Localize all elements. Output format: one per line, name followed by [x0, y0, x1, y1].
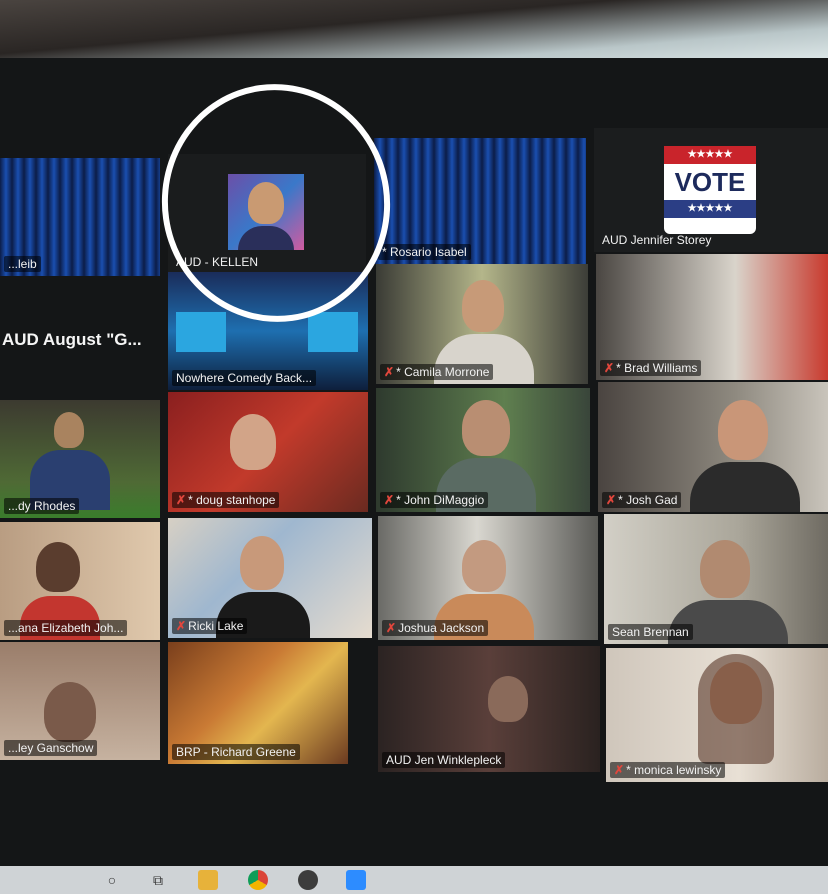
- participant-tile-brad[interactable]: ✗ * Brad Williams: [596, 254, 828, 380]
- file-explorer-icon[interactable]: [198, 870, 218, 890]
- participant-tile-ana[interactable]: ...ana Elizabeth Joh...: [0, 522, 160, 640]
- comedy-backdrop-screen: [308, 312, 358, 352]
- participant-name: ✗ * John DiMaggio: [380, 492, 489, 508]
- participant-name: BRP - Richard Greene: [172, 744, 300, 760]
- participant-name: ...ana Elizabeth Joh...: [4, 620, 128, 636]
- participant-name: * Rosario Isabel: [378, 244, 471, 260]
- participant-tile-jennifer[interactable]: ★★★★★ VOTE ★★★★★ AUD Jennifer Storey: [594, 128, 828, 252]
- participant-name: ✗ * Brad Williams: [600, 360, 702, 376]
- video-gallery: ...leib AUD - KELLEN * Rosario Isabel ★★…: [0, 58, 828, 870]
- participant-name: AUD Jennifer Storey: [602, 233, 712, 247]
- participant-name: ✗ Joshua Jackson: [382, 620, 489, 636]
- muted-icon: ✗: [176, 493, 187, 507]
- participant-tile-ganschow[interactable]: ...ley Ganschow: [0, 642, 160, 760]
- muted-icon: ✗: [176, 619, 187, 633]
- muted-icon: ✗: [384, 365, 395, 379]
- chrome-icon[interactable]: [248, 870, 268, 890]
- participant-name: Nowhere Comedy Back...: [172, 370, 317, 386]
- monitor-bezel: [0, 0, 828, 62]
- search-circle-icon[interactable]: ○: [102, 870, 122, 890]
- participant-tile-jen-winklepleck[interactable]: AUD Jen Winklepleck: [378, 646, 600, 772]
- participant-name: ✗ * monica lewinsky: [610, 762, 726, 778]
- muted-icon: ✗: [614, 763, 625, 777]
- vote-sign: ★★★★★ VOTE ★★★★★: [664, 146, 756, 234]
- participant-name: ✗ * doug stanhope: [172, 492, 280, 508]
- participant-name: ...leib: [4, 256, 41, 272]
- participant-name: ✗ Ricki Lake: [172, 618, 248, 634]
- app-icon[interactable]: [298, 870, 318, 890]
- participant-name: ...dy Rhodes: [4, 498, 80, 514]
- participant-tile-rosario[interactable]: * Rosario Isabel: [374, 138, 586, 264]
- muted-icon: ✗: [604, 361, 615, 375]
- participant-tile-joshua[interactable]: ✗ Joshua Jackson: [378, 516, 598, 640]
- participant-name: ...ley Ganschow: [4, 740, 98, 756]
- participant-tile-doug[interactable]: ✗ * doug stanhope: [168, 392, 368, 512]
- muted-icon: ✗: [386, 621, 397, 635]
- comedy-backdrop-screen: [176, 312, 226, 352]
- zoom-icon[interactable]: [346, 870, 366, 890]
- taskbar: ○ ⧉: [0, 866, 828, 894]
- participant-tile-sean[interactable]: Sean Brennan: [604, 514, 828, 644]
- participant-name: ✗ * Josh Gad: [602, 492, 682, 508]
- participant-name: Sean Brennan: [608, 624, 693, 640]
- participant-name: ✗ * Camila Morrone: [380, 364, 494, 380]
- participant-tile-rhodes[interactable]: ...dy Rhodes: [0, 400, 160, 518]
- muted-icon: ✗: [384, 493, 395, 507]
- participant-tile-josh[interactable]: ✗ * Josh Gad: [598, 382, 828, 512]
- muted-icon: ✗: [606, 493, 617, 507]
- participant-tile-ricki[interactable]: ✗ Ricki Lake: [168, 518, 372, 638]
- participant-tile-camila[interactable]: ✗ * Camila Morrone: [376, 264, 588, 384]
- participant-tile-1[interactable]: ...leib: [0, 158, 160, 276]
- participant-name: AUD Jen Winklepleck: [382, 752, 506, 768]
- participant-tile-john[interactable]: ✗ * John DiMaggio: [376, 388, 590, 512]
- participant-name-august: AUD August "G...: [2, 330, 142, 349]
- task-view-icon[interactable]: ⧉: [148, 870, 168, 890]
- participant-tile-richard[interactable]: BRP - Richard Greene: [168, 642, 348, 764]
- participant-tile-monica[interactable]: ✗ * monica lewinsky: [606, 648, 828, 782]
